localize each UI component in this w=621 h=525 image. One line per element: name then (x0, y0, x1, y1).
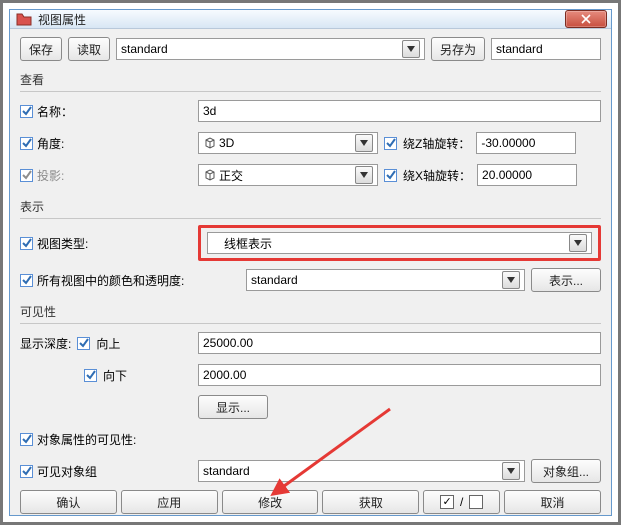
down-field[interactable]: 2000.00 (198, 364, 601, 386)
up-checkbox[interactable] (77, 337, 90, 350)
save-button[interactable]: 保存 (20, 37, 62, 61)
viewtype-value: 线框表示 (212, 235, 565, 252)
saveas-field[interactable]: standard (491, 38, 601, 60)
chevron-down-icon (502, 271, 520, 289)
viewtype-checkbox[interactable] (20, 237, 33, 250)
preset-select[interactable]: standard (116, 38, 425, 60)
down-checkbox[interactable] (84, 369, 97, 382)
rotz-checkbox[interactable] (384, 137, 397, 150)
chevron-down-icon (569, 234, 587, 252)
angle-label: 角度: (37, 135, 64, 152)
dialog-window: 视图属性 保存 读取 standard 另存为 standard 查看 (9, 9, 612, 516)
proj-checkbox[interactable] (20, 169, 33, 182)
viewtype-highlight: 线框表示 (198, 225, 601, 261)
chevron-down-icon (355, 134, 373, 152)
check-off-icon (469, 495, 483, 509)
down-value: 2000.00 (203, 368, 246, 382)
close-button[interactable] (565, 10, 607, 28)
ok-button[interactable]: 确认 (20, 490, 117, 514)
object-group-button[interactable]: 对象组... (531, 459, 601, 483)
proj-select[interactable]: 正交 (198, 164, 378, 186)
chevron-down-icon (355, 166, 373, 184)
chevron-down-icon (402, 40, 420, 58)
titlebar: 视图属性 (10, 10, 611, 29)
allcolors-select[interactable]: standard (246, 269, 525, 291)
depth-label: 显示深度: (20, 335, 71, 352)
visgroup-label: 可见对象组 (37, 463, 97, 480)
proj-value: 正交 (219, 167, 351, 184)
check-on-icon: ✓ (440, 495, 454, 509)
angle-select[interactable]: 3D (198, 132, 378, 154)
section-visibility-title: 可见性 (20, 303, 601, 320)
chevron-down-icon (502, 462, 520, 480)
viewtype-label: 视图类型: (37, 235, 88, 252)
toggle-checks-button[interactable]: ✓/ (423, 490, 500, 514)
cancel-button[interactable]: 取消 (504, 490, 601, 514)
modify-button[interactable]: 修改 (222, 490, 319, 514)
up-value: 25000.00 (203, 336, 253, 350)
rotz-label: 绕Z轴旋转： (403, 135, 470, 152)
load-button[interactable]: 读取 (68, 37, 110, 61)
show-button[interactable]: 显示... (198, 395, 268, 419)
rotx-field[interactable]: 20.00000 (477, 164, 577, 186)
cube-icon (203, 136, 217, 150)
proj-label: 投影: (37, 167, 64, 184)
visgroup-checkbox[interactable] (20, 465, 33, 478)
down-label: 向下 (103, 367, 127, 384)
cube-icon (203, 168, 217, 182)
section-display-title: 表示 (20, 198, 601, 215)
angle-value: 3D (219, 136, 351, 150)
objattr-label: 对象属性的可见性: (37, 431, 136, 448)
rotx-label: 绕X轴旋转： (403, 167, 471, 184)
up-label: 向上 (96, 335, 120, 352)
name-checkbox[interactable] (20, 105, 33, 118)
visgroup-value: standard (203, 464, 498, 478)
objattr-checkbox[interactable] (20, 433, 33, 446)
rotz-value: -30.00000 (481, 136, 535, 150)
angle-checkbox[interactable] (20, 137, 33, 150)
get-button[interactable]: 获取 (322, 490, 419, 514)
name-field[interactable]: 3d (198, 100, 601, 122)
allcolors-value: standard (251, 273, 498, 287)
saveas-value: standard (496, 42, 543, 56)
window-title: 视图属性 (38, 11, 86, 28)
up-field[interactable]: 25000.00 (198, 332, 601, 354)
rotz-field[interactable]: -30.00000 (476, 132, 576, 154)
name-label: 名称： (37, 103, 73, 120)
rotx-checkbox[interactable] (384, 169, 397, 182)
viewtype-select[interactable]: 线框表示 (207, 232, 592, 254)
allcolors-label: 所有视图中的颜色和透明度: (37, 272, 184, 289)
saveas-button[interactable]: 另存为 (431, 37, 485, 61)
app-icon (16, 12, 32, 26)
preset-value: standard (121, 42, 398, 56)
apply-button[interactable]: 应用 (121, 490, 218, 514)
rotx-value: 20.00000 (482, 168, 532, 182)
allcolors-checkbox[interactable] (20, 274, 33, 287)
visgroup-select[interactable]: standard (198, 460, 525, 482)
representation-button[interactable]: 表示... (531, 268, 601, 292)
section-view-title: 查看 (20, 71, 601, 88)
name-value: 3d (203, 104, 216, 118)
